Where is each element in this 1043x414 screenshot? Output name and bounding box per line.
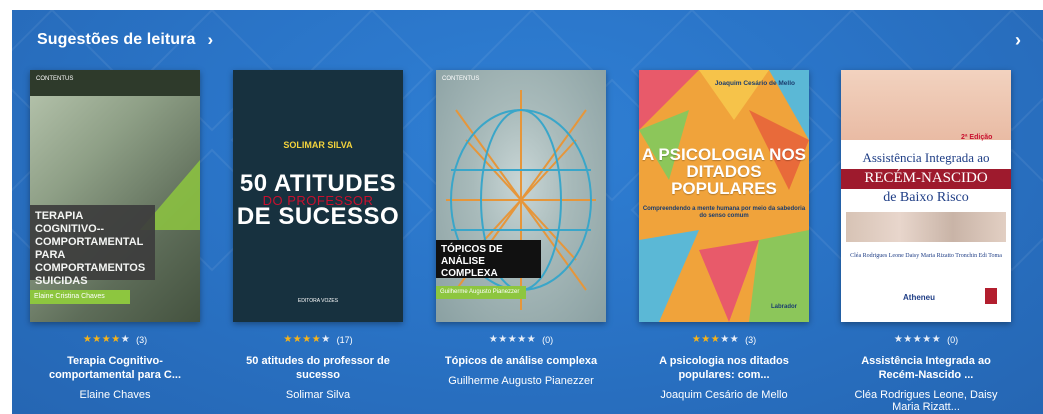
book-author-link[interactable]: Joaquim Cesário de Mello: [638, 389, 810, 401]
book-rating: ★★★★★ (3): [638, 334, 810, 346]
star-rating-icon: ★★★★★: [893, 334, 942, 345]
book-title-link[interactable]: Terapia Cognitivo-comportamental para C.…: [29, 354, 201, 382]
publisher-logo: CONTENTUS: [442, 76, 480, 82]
book-card: SOLIMAR SILVA 50 ATITUDES DO PROFESSOR D…: [232, 70, 404, 401]
book-author-link[interactable]: Cléa Rodrigues Leone, Daisy Maria Rizatt…: [840, 389, 1012, 413]
book-rating: ★★★★★ (0): [840, 334, 1012, 346]
cover-title-line: DE SUCESSO: [236, 203, 400, 230]
book-rating: ★★★★★ (3): [29, 334, 201, 346]
reading-suggestions-carousel: Sugestões de leitura › › CONTENTUS TERAP…: [12, 10, 1043, 414]
volume-badge-icon: [985, 288, 997, 304]
book-title-link[interactable]: A psicologia nos ditados populares: com.…: [638, 354, 810, 382]
cover-geometry: [446, 90, 596, 310]
cover-title-line: de Baixo Risco: [883, 190, 969, 205]
book-cover[interactable]: CONTENTUS TERAPIA COGNITIVO--COMPORTAMEN…: [30, 70, 200, 322]
book-cover[interactable]: CONTENTUS TÓPICOS DE ANÁLISE COMPLEXA Gu…: [436, 70, 606, 322]
rating-count: (0): [542, 335, 554, 345]
star-rating-icon: ★★★★★: [691, 334, 740, 345]
book-author-link[interactable]: Guilherme Augusto Pianezzer: [435, 375, 607, 387]
book-cover[interactable]: Joaquim Cesário de Mello A PSICOLOGIA NO…: [639, 70, 809, 322]
publisher-logo: Labrador: [770, 304, 797, 310]
star-rating-icon: ★★★★★: [283, 334, 331, 345]
cover-title: TÓPICOS DE ANÁLISE COMPLEXA: [436, 240, 541, 279]
cover-authors: Cléa Rodrigues Leone Daisy Maria Rizatto…: [850, 253, 1002, 259]
star-rating-icon: ★★★★★: [82, 334, 131, 345]
cover-title-line: Assistência Integrada ao: [862, 150, 990, 165]
chevron-right-icon: ›: [207, 30, 214, 49]
cover-author: Elaine Cristina Chaves: [30, 290, 130, 304]
cover-author: Guilherme Augusto Pianezzer: [436, 286, 526, 299]
cover-photo-strip: [846, 212, 1006, 242]
cover-title-line: RECÉM-NASCIDO: [864, 170, 988, 186]
book-card: CONTENTUS TERAPIA COGNITIVO--COMPORTAMEN…: [29, 70, 201, 401]
book-rating: ★★★★★ (0): [435, 334, 607, 346]
book-title-link[interactable]: Assistência Integrada ao Recém-Nascido .…: [840, 354, 1012, 382]
book-author-link[interactable]: Solimar Silva: [232, 389, 404, 401]
cover-author: SOLIMAR SILVA: [283, 140, 353, 150]
cover-edition: 2ª Edição: [961, 134, 993, 141]
rating-count: (17): [336, 335, 353, 345]
cover-photo: [841, 70, 1011, 140]
book-title-link[interactable]: Tópicos de análise complexa: [435, 354, 607, 368]
book-rating: ★★★★★ (17): [232, 334, 404, 346]
carousel-next-button[interactable]: ›: [1015, 30, 1021, 51]
publisher-logo: Atheneu: [903, 293, 935, 302]
rating-count: (3): [136, 335, 148, 345]
book-card: 2ª Edição Assistência Integrada ao RECÉM…: [840, 70, 1012, 413]
section-header-link[interactable]: Sugestões de leitura ›: [37, 30, 213, 50]
star-rating-icon: ★★★★★: [488, 334, 537, 345]
publisher-logo: CONTENTUS: [36, 76, 74, 82]
cover-title: A PSICOLOGIA NOS DITADOS POPULARES: [641, 145, 807, 198]
rating-count: (0): [947, 335, 959, 345]
book-title-link[interactable]: 50 atitudes do professor de sucesso: [232, 354, 404, 382]
rating-count: (3): [745, 335, 757, 345]
cover-title: TERAPIA COGNITIVO--COMPORTAMENTAL PARA C…: [30, 205, 155, 287]
section-title: Sugestões de leitura: [37, 31, 196, 48]
book-cover[interactable]: SOLIMAR SILVA 50 ATITUDES DO PROFESSOR D…: [233, 70, 403, 322]
book-author-link[interactable]: Elaine Chaves: [29, 389, 201, 401]
cover-author: Joaquim Cesário de Mello: [714, 80, 795, 87]
publisher-logo: EDITORA VOZES: [297, 298, 339, 304]
book-card: Joaquim Cesário de Mello A PSICOLOGIA NO…: [638, 70, 810, 401]
cover-subtitle: Compreendendo a mente humana por meio da…: [642, 206, 806, 219]
book-card: CONTENTUS TÓPICOS DE ANÁLISE COMPLEXA Gu…: [435, 70, 607, 387]
book-cover[interactable]: 2ª Edição Assistência Integrada ao RECÉM…: [841, 70, 1011, 322]
